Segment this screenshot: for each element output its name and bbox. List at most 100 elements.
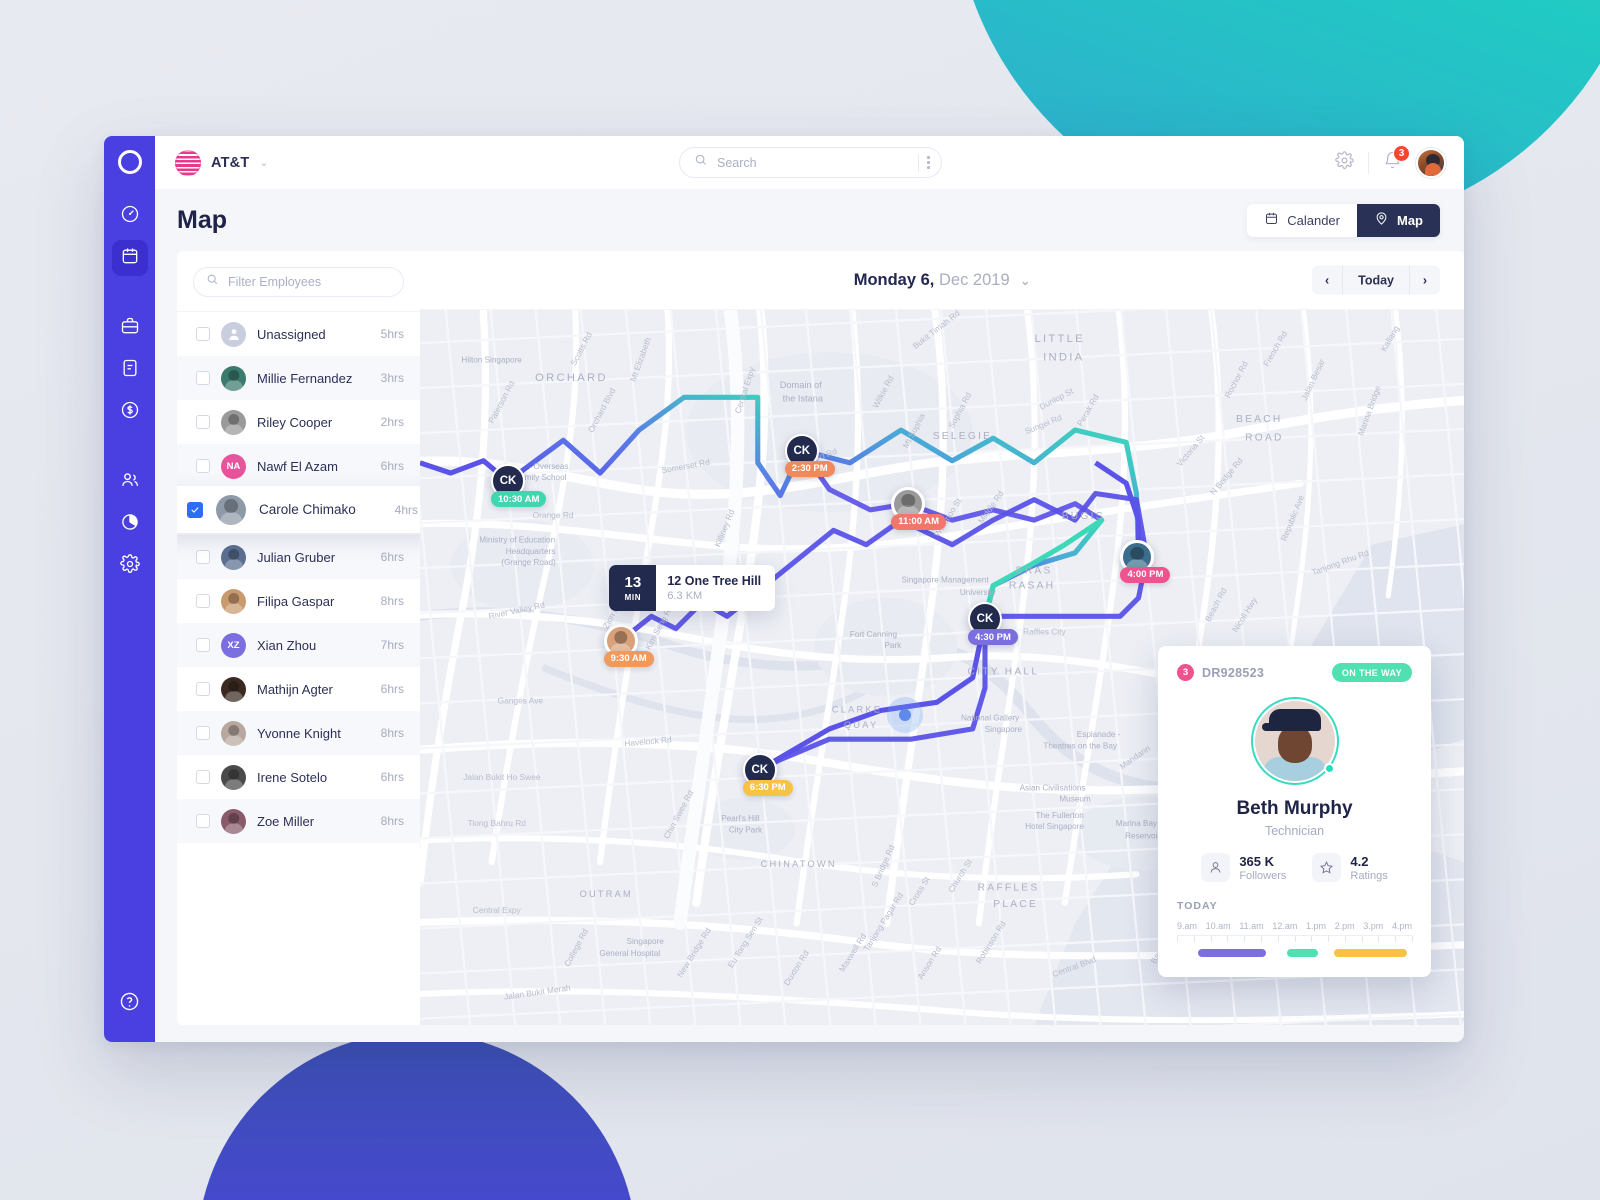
filter-employees-input[interactable] bbox=[228, 275, 391, 289]
employee-name: Xian Zhou bbox=[257, 637, 317, 653]
employee-hours: 3hrs bbox=[380, 371, 404, 385]
global-search[interactable] bbox=[679, 147, 942, 178]
employee-checkbox[interactable] bbox=[196, 770, 210, 784]
map-pin-icon bbox=[1374, 211, 1389, 229]
help-button[interactable] bbox=[112, 986, 148, 1022]
employee-checkbox[interactable] bbox=[196, 327, 210, 341]
employee-checkbox[interactable] bbox=[196, 638, 210, 652]
timeline-labels: 9.am 10.am 11.am 12.am 1.pm 2.pm 3.pm 4.pm bbox=[1177, 921, 1412, 931]
more-vertical-icon[interactable] bbox=[927, 156, 935, 169]
timeline-label: 2.pm bbox=[1334, 921, 1355, 931]
employee-row[interactable]: NA Nawf El Azam 6hrs bbox=[177, 444, 420, 488]
employee-checkbox[interactable] bbox=[187, 501, 203, 518]
sidebar-item-documents[interactable] bbox=[112, 352, 148, 388]
employee-checkbox[interactable] bbox=[196, 550, 210, 564]
svg-text:ORCHARD: ORCHARD bbox=[535, 372, 608, 384]
technician-name: Beth Murphy bbox=[1236, 798, 1353, 819]
calendar-icon bbox=[120, 246, 140, 271]
svg-text:National Gallery: National Gallery bbox=[961, 714, 1020, 723]
timeline-tick bbox=[1412, 936, 1413, 942]
dollar-circle-icon bbox=[120, 400, 140, 425]
map-marker[interactable]: CK 2:30 PM bbox=[784, 433, 835, 477]
employee-name: Millie Fernandez bbox=[257, 370, 353, 386]
marker-time-badge: 2:30 PM bbox=[784, 460, 835, 477]
eta-card[interactable]: 13 MIN 12 One Tree Hill 6.3 KM bbox=[609, 565, 776, 612]
employee-name: Zoe Miller bbox=[257, 813, 315, 829]
sidebar-item-reports[interactable] bbox=[112, 506, 148, 542]
filter-row bbox=[177, 251, 420, 312]
chevron-down-icon[interactable]: ⌄ bbox=[1020, 274, 1030, 288]
brand-selector[interactable]: AT&T ⌄ bbox=[175, 149, 415, 176]
map-marker[interactable]: 11:00 AM bbox=[891, 486, 947, 530]
employee-row[interactable]: Carole Chimako 4hrs bbox=[177, 486, 420, 533]
employee-row[interactable]: Filipa Gaspar 8hrs bbox=[177, 579, 420, 623]
employee-checkbox[interactable] bbox=[196, 594, 210, 608]
svg-text:INDIA: INDIA bbox=[1043, 351, 1084, 363]
speedometer-icon bbox=[120, 204, 140, 229]
timeline-tick bbox=[1395, 936, 1397, 942]
employee-checkbox[interactable] bbox=[196, 415, 210, 429]
timeline-tick bbox=[1328, 936, 1330, 942]
next-day-button[interactable]: › bbox=[1410, 266, 1440, 295]
employee-checkbox[interactable] bbox=[196, 459, 210, 473]
employee-row[interactable]: XZ Xian Zhou 7hrs bbox=[177, 623, 420, 667]
marker-time-badge: 6:30 PM bbox=[742, 779, 793, 796]
svg-text:ROAD: ROAD bbox=[1245, 432, 1284, 443]
gear-icon bbox=[119, 553, 140, 579]
employee-hours: 6hrs bbox=[380, 550, 404, 564]
svg-text:Singapore: Singapore bbox=[627, 937, 665, 946]
sidebar-item-calendar[interactable] bbox=[111, 240, 148, 276]
notifications-button[interactable]: 3 bbox=[1383, 144, 1410, 175]
employee-row[interactable]: Zoe Miller 8hrs bbox=[177, 799, 420, 843]
employee-hours: 8hrs bbox=[380, 814, 404, 828]
marker-time-badge: 11:00 AM bbox=[891, 513, 947, 530]
employee-list[interactable]: Unassigned 5hrs Millie Fernandez 3hrs Riley … bbox=[177, 312, 420, 1025]
timeline-label: 9.am bbox=[1177, 921, 1198, 931]
app-logo-icon[interactable] bbox=[117, 150, 142, 174]
chevron-down-icon[interactable]: ⌄ bbox=[259, 156, 268, 169]
sidebar-item-dashboard[interactable] bbox=[112, 198, 148, 234]
toolbar-divider bbox=[1368, 151, 1369, 174]
technician-detail-card: 3 DR928523 ON THE WAY Beth Murphy Techni… bbox=[1158, 646, 1431, 977]
current-date[interactable]: Monday 6, Dec 2019 ⌄ bbox=[854, 271, 1031, 290]
notification-badge: 3 bbox=[1393, 144, 1410, 162]
technician-role: Technician bbox=[1264, 824, 1325, 838]
prev-day-button[interactable]: ‹ bbox=[1312, 266, 1342, 295]
employee-row[interactable]: Unassigned 5hrs bbox=[177, 312, 420, 356]
employee-checkbox[interactable] bbox=[196, 726, 210, 740]
map-marker[interactable]: CK 10:30 AM bbox=[491, 464, 547, 508]
filter-employees-box[interactable] bbox=[193, 267, 404, 297]
svg-text:Tiong Bahru Rd: Tiong Bahru Rd bbox=[468, 818, 527, 828]
employee-checkbox[interactable] bbox=[196, 371, 210, 385]
search-input[interactable] bbox=[717, 155, 915, 170]
sidebar-item-billing[interactable] bbox=[112, 394, 148, 430]
page-title: Map bbox=[177, 205, 227, 234]
svg-text:Theatres on the Bay: Theatres on the Bay bbox=[1043, 741, 1118, 750]
employee-row[interactable]: Riley Cooper 2hrs bbox=[177, 400, 420, 444]
settings-button[interactable] bbox=[1335, 150, 1354, 175]
employee-checkbox[interactable] bbox=[196, 814, 210, 828]
svg-text:RAFFLES: RAFFLES bbox=[978, 883, 1040, 894]
employee-checkbox[interactable] bbox=[196, 682, 210, 696]
svg-text:CHINATOWN: CHINATOWN bbox=[761, 859, 837, 869]
map-marker[interactable]: 4:00 PM bbox=[1120, 539, 1171, 583]
avatar[interactable] bbox=[1416, 147, 1446, 178]
employee-row[interactable]: Irene Sotelo 6hrs bbox=[177, 755, 420, 799]
pie-chart-icon bbox=[120, 512, 140, 537]
employee-row[interactable]: Yvonne Knight 8hrs bbox=[177, 711, 420, 755]
map-marker[interactable]: CK 4:30 PM bbox=[967, 602, 1018, 646]
tab-map[interactable]: Map bbox=[1357, 203, 1440, 237]
employee-row[interactable]: Mathijn Agter 6hrs bbox=[177, 667, 420, 711]
sidebar-item-jobs[interactable] bbox=[112, 310, 148, 346]
timeline-bar bbox=[1287, 949, 1318, 957]
sidebar-item-team[interactable] bbox=[112, 464, 148, 500]
sidebar-item-settings[interactable] bbox=[112, 548, 148, 584]
tab-calendar[interactable]: Calander bbox=[1247, 204, 1357, 237]
timeline-tick bbox=[1311, 936, 1313, 942]
map-marker[interactable]: CK 6:30 PM bbox=[742, 752, 793, 796]
employee-row[interactable]: Millie Fernandez 3hrs bbox=[177, 356, 420, 400]
employee-row[interactable]: Julian Gruber 6hrs bbox=[177, 535, 420, 579]
today-button[interactable]: Today bbox=[1342, 265, 1410, 295]
map-marker[interactable]: 9:30 AM bbox=[603, 623, 654, 667]
svg-text:Domain of: Domain of bbox=[780, 380, 822, 390]
